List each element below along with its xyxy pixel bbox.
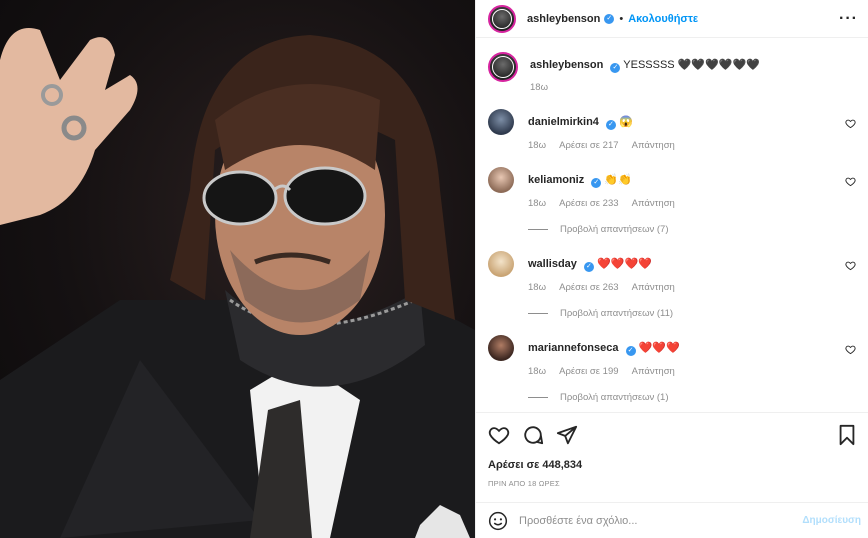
comment-text: danielmirkin4 ✓ 😱 — [528, 114, 856, 130]
comment-input[interactable] — [519, 514, 803, 527]
like-comment-heart-icon[interactable] — [845, 260, 856, 271]
like-comment-heart-icon[interactable] — [845, 344, 856, 355]
verified-badge-icon: ✓ — [610, 63, 621, 73]
commenter-avatar[interactable] — [488, 167, 514, 193]
comment-message: ❤️❤️❤️❤️ — [597, 258, 652, 270]
post-timestamp[interactable]: ΠΡΙΝ ΑΠΟ 18 ΩΡΕΣ — [488, 479, 857, 488]
caption-avatar[interactable] — [488, 52, 518, 82]
bookmark-icon[interactable] — [837, 424, 857, 446]
commenter-avatar[interactable] — [488, 251, 514, 277]
reply-button[interactable]: Απάντηση — [632, 282, 675, 293]
comment-username[interactable]: keliamoniz — [528, 174, 584, 186]
caption-message: YESSSSS 🖤🖤🖤🖤🖤🖤 — [623, 59, 760, 71]
reply-button[interactable]: Απάντηση — [632, 366, 675, 377]
action-icons — [488, 413, 857, 457]
comment-meta: 18ω Αρέσει σε 263 Απάντηση — [528, 282, 856, 293]
comment-meta: 18ω Αρέσει σε 217 Απάντηση — [528, 140, 856, 151]
smiley-icon[interactable] — [488, 511, 508, 531]
comment-likes[interactable]: Αρέσει σε 217 — [559, 140, 618, 151]
comments-list[interactable]: ashleybenson ✓ YESSSSS 🖤🖤🖤🖤🖤🖤 18ω daniel… — [476, 38, 868, 412]
post-photo-illustration — [0, 28, 475, 538]
comment-likes[interactable]: Αρέσει σε 199 — [559, 366, 618, 377]
verified-badge-icon: ✓ — [591, 178, 602, 188]
comment-username[interactable]: wallisday — [528, 258, 577, 270]
comment-message: ❤️❤️❤️ — [638, 342, 680, 354]
caption: ashleybenson ✓ YESSSSS 🖤🖤🖤🖤🖤🖤 18ω — [488, 52, 856, 93]
post-comment-button[interactable]: Δημοσίευση — [802, 515, 861, 526]
like-comment-heart-icon[interactable] — [845, 118, 856, 129]
verified-badge-icon: ✓ — [604, 13, 615, 24]
comment-message: 😱 — [619, 116, 633, 128]
verified-badge-icon: ✓ — [625, 346, 636, 356]
view-replies-button[interactable]: Προβολή απαντήσεων (11) — [528, 308, 856, 319]
comment-likes[interactable]: Αρέσει σε 263 — [559, 282, 618, 293]
comment-username[interactable]: mariannefonseca — [528, 342, 618, 354]
comment-item: keliamoniz ✓ 👏👏 18ω Αρέσει σε 233 Απάντη… — [488, 167, 856, 235]
verified-badge-icon: ✓ — [605, 120, 616, 130]
author-username[interactable]: ashleybenson — [527, 13, 600, 25]
reply-button[interactable]: Απάντηση — [632, 140, 675, 151]
view-replies-button[interactable]: Προβολή απαντήσεων (7) — [528, 224, 856, 235]
caption-username[interactable]: ashleybenson — [530, 59, 603, 71]
like-heart-icon[interactable] — [488, 424, 510, 446]
comment-age[interactable]: 18ω — [528, 198, 546, 209]
commenter-avatar[interactable] — [488, 335, 514, 361]
comment-item: danielmirkin4 ✓ 😱 18ω Αρέσει σε 217 Απάν… — [488, 109, 856, 151]
comment-item: wallisday ✓ ❤️❤️❤️❤️ 18ω Αρέσει σε 263 Α… — [488, 251, 856, 319]
commenter-avatar[interactable] — [488, 109, 514, 135]
separator-dot: • — [619, 12, 624, 25]
verified-badge-icon: ✓ — [583, 262, 594, 272]
comment-message: 👏👏 — [604, 174, 632, 186]
author-avatar[interactable] — [488, 4, 516, 33]
like-comment-heart-icon[interactable] — [845, 176, 856, 187]
comment-age[interactable]: 18ω — [528, 282, 546, 293]
caption-age[interactable]: 18ω — [530, 82, 548, 93]
likes-count[interactable]: Αρέσει σε 448,834 — [488, 459, 857, 471]
post-header: ashleybenson ✓ • Ακολουθήστε ··· — [476, 0, 868, 38]
caption-text: ashleybenson ✓ YESSSSS 🖤🖤🖤🖤🖤🖤 — [530, 57, 856, 73]
follow-button[interactable]: Ακολουθήστε — [628, 13, 698, 25]
more-horizontal-icon[interactable]: ··· — [839, 10, 858, 28]
comment-text: keliamoniz ✓ 👏👏 — [528, 172, 856, 188]
comment-meta: 18ω Αρέσει σε 199 Απάντηση — [528, 366, 856, 377]
reply-button[interactable]: Απάντηση — [632, 198, 675, 209]
comment-bubble-icon[interactable] — [522, 424, 544, 446]
comment-username[interactable]: danielmirkin4 — [528, 116, 599, 128]
post-side-panel: ashleybenson ✓ • Ακολουθήστε ··· ashleyb… — [475, 0, 868, 538]
comment-item: mariannefonseca ✓ ❤️❤️❤️ 18ω Αρέσει σε 1… — [488, 335, 856, 403]
post-actions: Αρέσει σε 448,834 ΠΡΙΝ ΑΠΟ 18 ΩΡΕΣ — [476, 412, 868, 502]
comment-text: wallisday ✓ ❤️❤️❤️❤️ — [528, 256, 856, 272]
comment-age[interactable]: 18ω — [528, 366, 546, 377]
comment-likes[interactable]: Αρέσει σε 233 — [559, 198, 618, 209]
view-replies-button[interactable]: Προβολή απαντήσεων (1) — [528, 392, 856, 403]
share-send-icon[interactable] — [556, 424, 578, 446]
add-comment-bar: Δημοσίευση — [476, 502, 868, 538]
post-image[interactable] — [0, 0, 475, 538]
comment-age[interactable]: 18ω — [528, 140, 546, 151]
comment-text: mariannefonseca ✓ ❤️❤️❤️ — [528, 340, 856, 356]
comment-meta: 18ω Αρέσει σε 233 Απάντηση — [528, 198, 856, 209]
caption-meta: 18ω — [530, 82, 856, 93]
